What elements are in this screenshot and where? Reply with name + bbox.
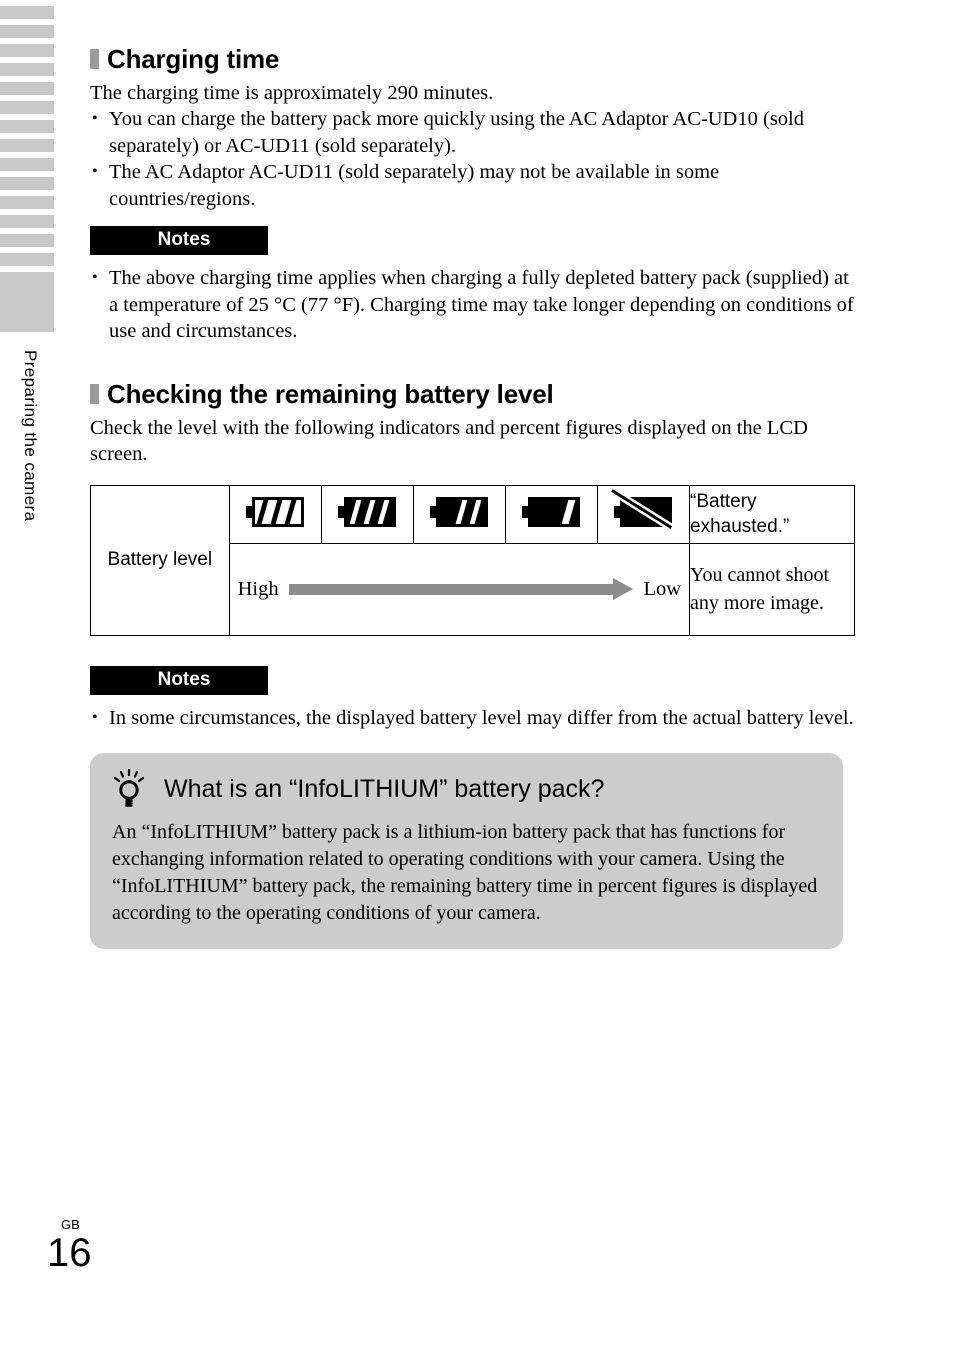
- tab-stripe: [0, 177, 54, 190]
- tab-stripe: [0, 234, 54, 247]
- tab-stripe: [0, 63, 54, 76]
- page-footer: GB 16: [47, 1218, 167, 1274]
- tab-stripe: [0, 82, 54, 95]
- battery-exhausted-text: “Battery exhausted.”: [689, 484, 855, 544]
- heading-text: Charging time: [107, 44, 280, 74]
- battery-three-quarter-icon-cell: [320, 484, 414, 544]
- charging-time-intro: The charging time is approximately 290 m…: [90, 82, 494, 104]
- notes-label-battery: Notes: [90, 665, 268, 695]
- charging-time-bullets: You can charge the battery pack more qui…: [90, 106, 860, 212]
- battery-full-icon-cell: [228, 484, 322, 544]
- list-item: In some circumstances, the displayed bat…: [90, 705, 860, 732]
- chapter-side-label: Preparing the camera: [21, 350, 40, 522]
- battery-level-intro: Check the level with the following indic…: [90, 416, 808, 465]
- battery-level-scale: High Low: [228, 542, 691, 636]
- info-tip-box: What is an “InfoLITHIUM” battery pack? A…: [90, 753, 843, 949]
- tab-stripe: [0, 6, 54, 19]
- tab-stripe: [0, 253, 54, 266]
- page-number: 16: [47, 1231, 92, 1275]
- heading-text: Checking the remaining battery level: [107, 378, 554, 409]
- list-item: You can charge the battery pack more qui…: [90, 106, 860, 159]
- tab-stripe: [0, 25, 54, 38]
- tip-title: What is an “InfoLITHIUM” battery pack?: [164, 774, 605, 803]
- battery-low-icon-cell: [504, 484, 598, 544]
- heading-marker-icon: [90, 383, 99, 404]
- battery-level-notes: In some circumstances, the displayed bat…: [90, 705, 860, 732]
- scale-low-label: Low: [643, 577, 682, 600]
- tip-body-text: An “InfoLITHIUM” battery pack is a lithi…: [112, 821, 818, 924]
- list-item: The above charging time applies when cha…: [90, 265, 860, 345]
- heading-battery-level: Checking the remaining battery level: [90, 379, 860, 409]
- tab-stripe: [0, 196, 54, 209]
- chapter-tab-rail: [0, 0, 54, 345]
- cannot-shoot-text: You cannot shoot any more image.: [689, 542, 855, 636]
- heading-charging-time: Charging time: [90, 44, 860, 74]
- tab-stripe: [0, 44, 54, 57]
- active-chapter-tab: [0, 272, 54, 332]
- notes-label-charging: Notes: [90, 226, 268, 255]
- battery-exhausted-icon: [611, 488, 673, 529]
- tab-stripe: [0, 215, 54, 228]
- battery-three-quarter-icon: [338, 496, 397, 527]
- battery-half-icon: [430, 496, 489, 527]
- table-row: Battery level “Battery exhausted.”: [90, 484, 855, 636]
- tab-stripe: [0, 120, 54, 133]
- heading-marker-icon: [90, 49, 99, 69]
- battery-exhausted-icon-cell: [596, 484, 691, 544]
- page-content: Charging time The charging time is appro…: [90, 44, 860, 949]
- battery-level-table: Battery level “Battery exhausted.” High …: [90, 484, 855, 636]
- battery-full-icon: [246, 496, 305, 527]
- list-item: The AC Adaptor AC-UD11 (sold separately)…: [90, 159, 860, 212]
- scale-high-label: High: [237, 577, 279, 600]
- tab-stripe: [0, 139, 54, 152]
- battery-low-icon: [522, 496, 581, 527]
- tab-stripe: [0, 158, 54, 171]
- tip-header: What is an “InfoLITHIUM” battery pack?: [112, 769, 821, 809]
- lightbulb-icon: [113, 769, 145, 807]
- region-code: GB: [61, 1217, 80, 1232]
- scale-arrow-icon: [288, 578, 634, 600]
- charging-time-notes: The above charging time applies when cha…: [90, 265, 860, 345]
- battery-level-row-label: Battery level: [90, 484, 230, 636]
- tab-stripe: [0, 101, 54, 114]
- battery-half-icon-cell: [412, 484, 506, 544]
